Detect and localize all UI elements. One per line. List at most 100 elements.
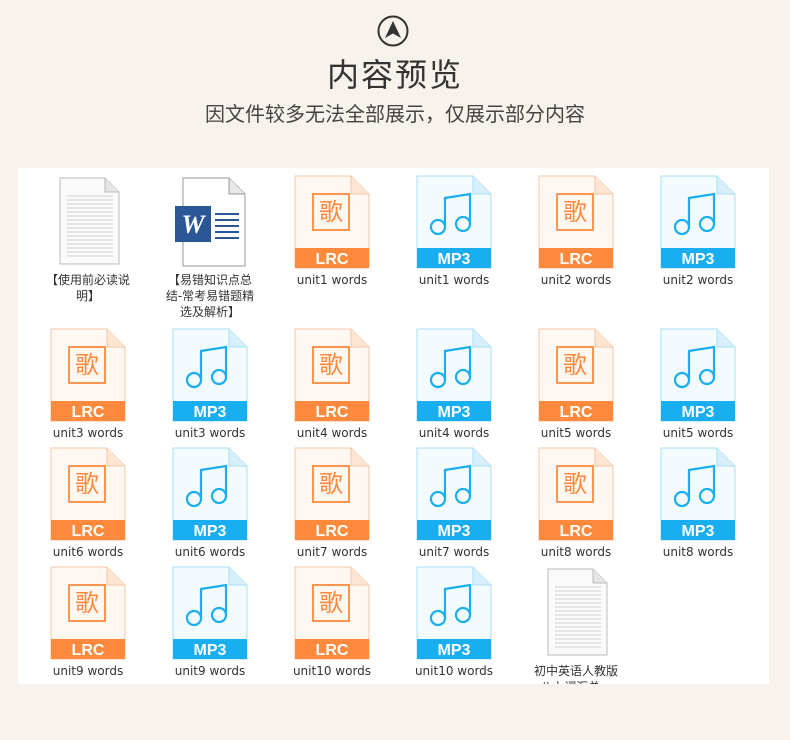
file-name-label: 【使用前必读说 明】 [45, 273, 130, 303]
file-item-mp3[interactable]: MP3 unit6 words [149, 446, 271, 560]
lrc-file-icon: 歌 LRC [538, 328, 614, 422]
file-item-mp3[interactable]: MP3 unit2 words [637, 174, 759, 288]
svg-text:歌: 歌 [563, 470, 587, 498]
lrc-file-icon: 歌 LRC [294, 566, 370, 660]
file-item-mp3[interactable]: MP3 unit7 words [393, 446, 515, 560]
file-preview-panel: 【使用前必读说 明】 W 【易错知识点总 结-常考易错题精 选及解析】歌 LRC uni… [18, 168, 769, 684]
file-item-mp3[interactable]: MP3 unit5 words [637, 327, 759, 441]
file-item-lrc[interactable]: 歌 LRC unit1 words [271, 174, 393, 288]
preview-header: 内容预览 因文件较多无法全部展示，仅展示部分内容 [0, 0, 790, 170]
svg-text:MP3: MP3 [682, 523, 715, 540]
lrc-file-icon: 歌 LRC [50, 566, 126, 660]
lrc-file-icon: 歌 LRC [538, 447, 614, 541]
svg-text:MP3: MP3 [682, 404, 715, 421]
file-name-label: unit6 words [174, 545, 246, 559]
svg-text:歌: 歌 [319, 198, 343, 226]
file-name-label: unit1 words [296, 273, 368, 287]
document-file-icon [59, 177, 120, 265]
file-item-mp3[interactable]: MP3 unit3 words [149, 327, 271, 441]
file-name-label: unit4 words [296, 426, 368, 440]
mp3-file-icon: MP3 [660, 447, 736, 541]
svg-text:歌: 歌 [319, 589, 343, 617]
svg-text:歌: 歌 [319, 351, 343, 379]
navigation-arrow-icon [377, 15, 409, 47]
svg-text:MP3: MP3 [438, 642, 471, 659]
svg-text:LRC: LRC [316, 642, 349, 659]
file-item-word[interactable]: W 【易错知识点总 结-常考易错题精 选及解析】 [149, 174, 271, 320]
file-item-lrc[interactable]: 歌 LRC unit4 words [271, 327, 393, 441]
svg-text:LRC: LRC [560, 404, 593, 421]
file-item-lrc[interactable]: 歌 LRC unit7 words [271, 446, 393, 560]
lrc-file-icon: 歌 LRC [50, 328, 126, 422]
mp3-file-icon: MP3 [660, 175, 736, 269]
svg-text:歌: 歌 [563, 198, 587, 226]
svg-text:LRC: LRC [560, 251, 593, 268]
svg-text:MP3: MP3 [438, 251, 471, 268]
lrc-file-icon: 歌 LRC [538, 175, 614, 269]
svg-text:LRC: LRC [72, 642, 105, 659]
file-name-label: unit2 words [662, 273, 734, 287]
svg-text:歌: 歌 [319, 470, 343, 498]
lrc-file-icon: 歌 LRC [294, 328, 370, 422]
file-item-lrc[interactable]: 歌 LRC unit8 words [515, 446, 637, 560]
mp3-file-icon: MP3 [416, 328, 492, 422]
page-subtitle: 因文件较多无法全部展示，仅展示部分内容 [205, 102, 585, 126]
mp3-file-icon: MP3 [416, 447, 492, 541]
file-item-mp3[interactable]: MP3 unit4 words [393, 327, 515, 441]
mp3-file-icon: MP3 [416, 566, 492, 660]
svg-text:LRC: LRC [316, 404, 349, 421]
file-name-label: 【易错知识点总 结-常考易错题精 选及解析】 [165, 273, 255, 319]
svg-text:MP3: MP3 [194, 404, 227, 421]
file-item-doc[interactable]: 初中英语人教版 八上词汇总... [515, 565, 637, 684]
svg-text:MP3: MP3 [682, 251, 715, 268]
file-name-label: unit10 words [292, 664, 372, 678]
svg-text:歌: 歌 [563, 351, 587, 379]
lrc-file-icon: 歌 LRC [50, 447, 126, 541]
file-name-label: unit8 words [540, 545, 612, 559]
mp3-file-icon: MP3 [172, 447, 248, 541]
file-item-lrc[interactable]: 歌 LRC unit2 words [515, 174, 637, 288]
file-item-mp3[interactable]: MP3 unit10 words [393, 565, 515, 679]
file-name-label: unit8 words [662, 545, 734, 559]
file-item-lrc[interactable]: 歌 LRC unit6 words [27, 446, 149, 560]
mp3-file-icon: MP3 [416, 175, 492, 269]
file-name-label: unit4 words [418, 426, 490, 440]
svg-text:W: W [181, 210, 206, 239]
svg-text:MP3: MP3 [194, 642, 227, 659]
file-name-label: unit7 words [296, 545, 368, 559]
file-name-label: unit9 words [174, 664, 246, 678]
file-name-label: unit3 words [174, 426, 246, 440]
lrc-file-icon: 歌 LRC [294, 175, 370, 269]
file-item-lrc[interactable]: 歌 LRC unit9 words [27, 565, 149, 679]
svg-text:LRC: LRC [316, 251, 349, 268]
lrc-file-icon: 歌 LRC [294, 447, 370, 541]
file-item-mp3[interactable]: MP3 unit9 words [149, 565, 271, 679]
file-item-mp3[interactable]: MP3 unit8 words [637, 446, 759, 560]
file-item-lrc[interactable]: 歌 LRC unit3 words [27, 327, 149, 441]
file-name-label: unit6 words [52, 545, 124, 559]
file-name-label: unit2 words [540, 273, 612, 287]
svg-text:LRC: LRC [560, 523, 593, 540]
svg-text:LRC: LRC [316, 523, 349, 540]
svg-text:MP3: MP3 [438, 404, 471, 421]
mp3-file-icon: MP3 [660, 328, 736, 422]
file-name-label: unit7 words [418, 545, 490, 559]
file-item-lrc[interactable]: 歌 LRC unit10 words [271, 565, 393, 679]
svg-text:歌: 歌 [75, 589, 99, 617]
file-item-lrc[interactable]: 歌 LRC unit5 words [515, 327, 637, 441]
file-name-label: unit9 words [52, 664, 124, 678]
mp3-file-icon: MP3 [172, 328, 248, 422]
word-document-icon: W [175, 177, 246, 267]
svg-text:歌: 歌 [75, 470, 99, 498]
file-item-doc[interactable]: 【使用前必读说 明】 [27, 174, 149, 304]
svg-text:MP3: MP3 [194, 523, 227, 540]
document-file-icon [547, 568, 608, 656]
file-name-label: unit5 words [662, 426, 734, 440]
file-name-label: unit5 words [540, 426, 612, 440]
file-name-label: 初中英语人教版 八上词汇总... [533, 664, 618, 684]
file-name-label: unit10 words [414, 664, 494, 678]
svg-text:LRC: LRC [72, 404, 105, 421]
svg-text:MP3: MP3 [438, 523, 471, 540]
file-item-mp3[interactable]: MP3 unit1 words [393, 174, 515, 288]
svg-text:歌: 歌 [75, 351, 99, 379]
